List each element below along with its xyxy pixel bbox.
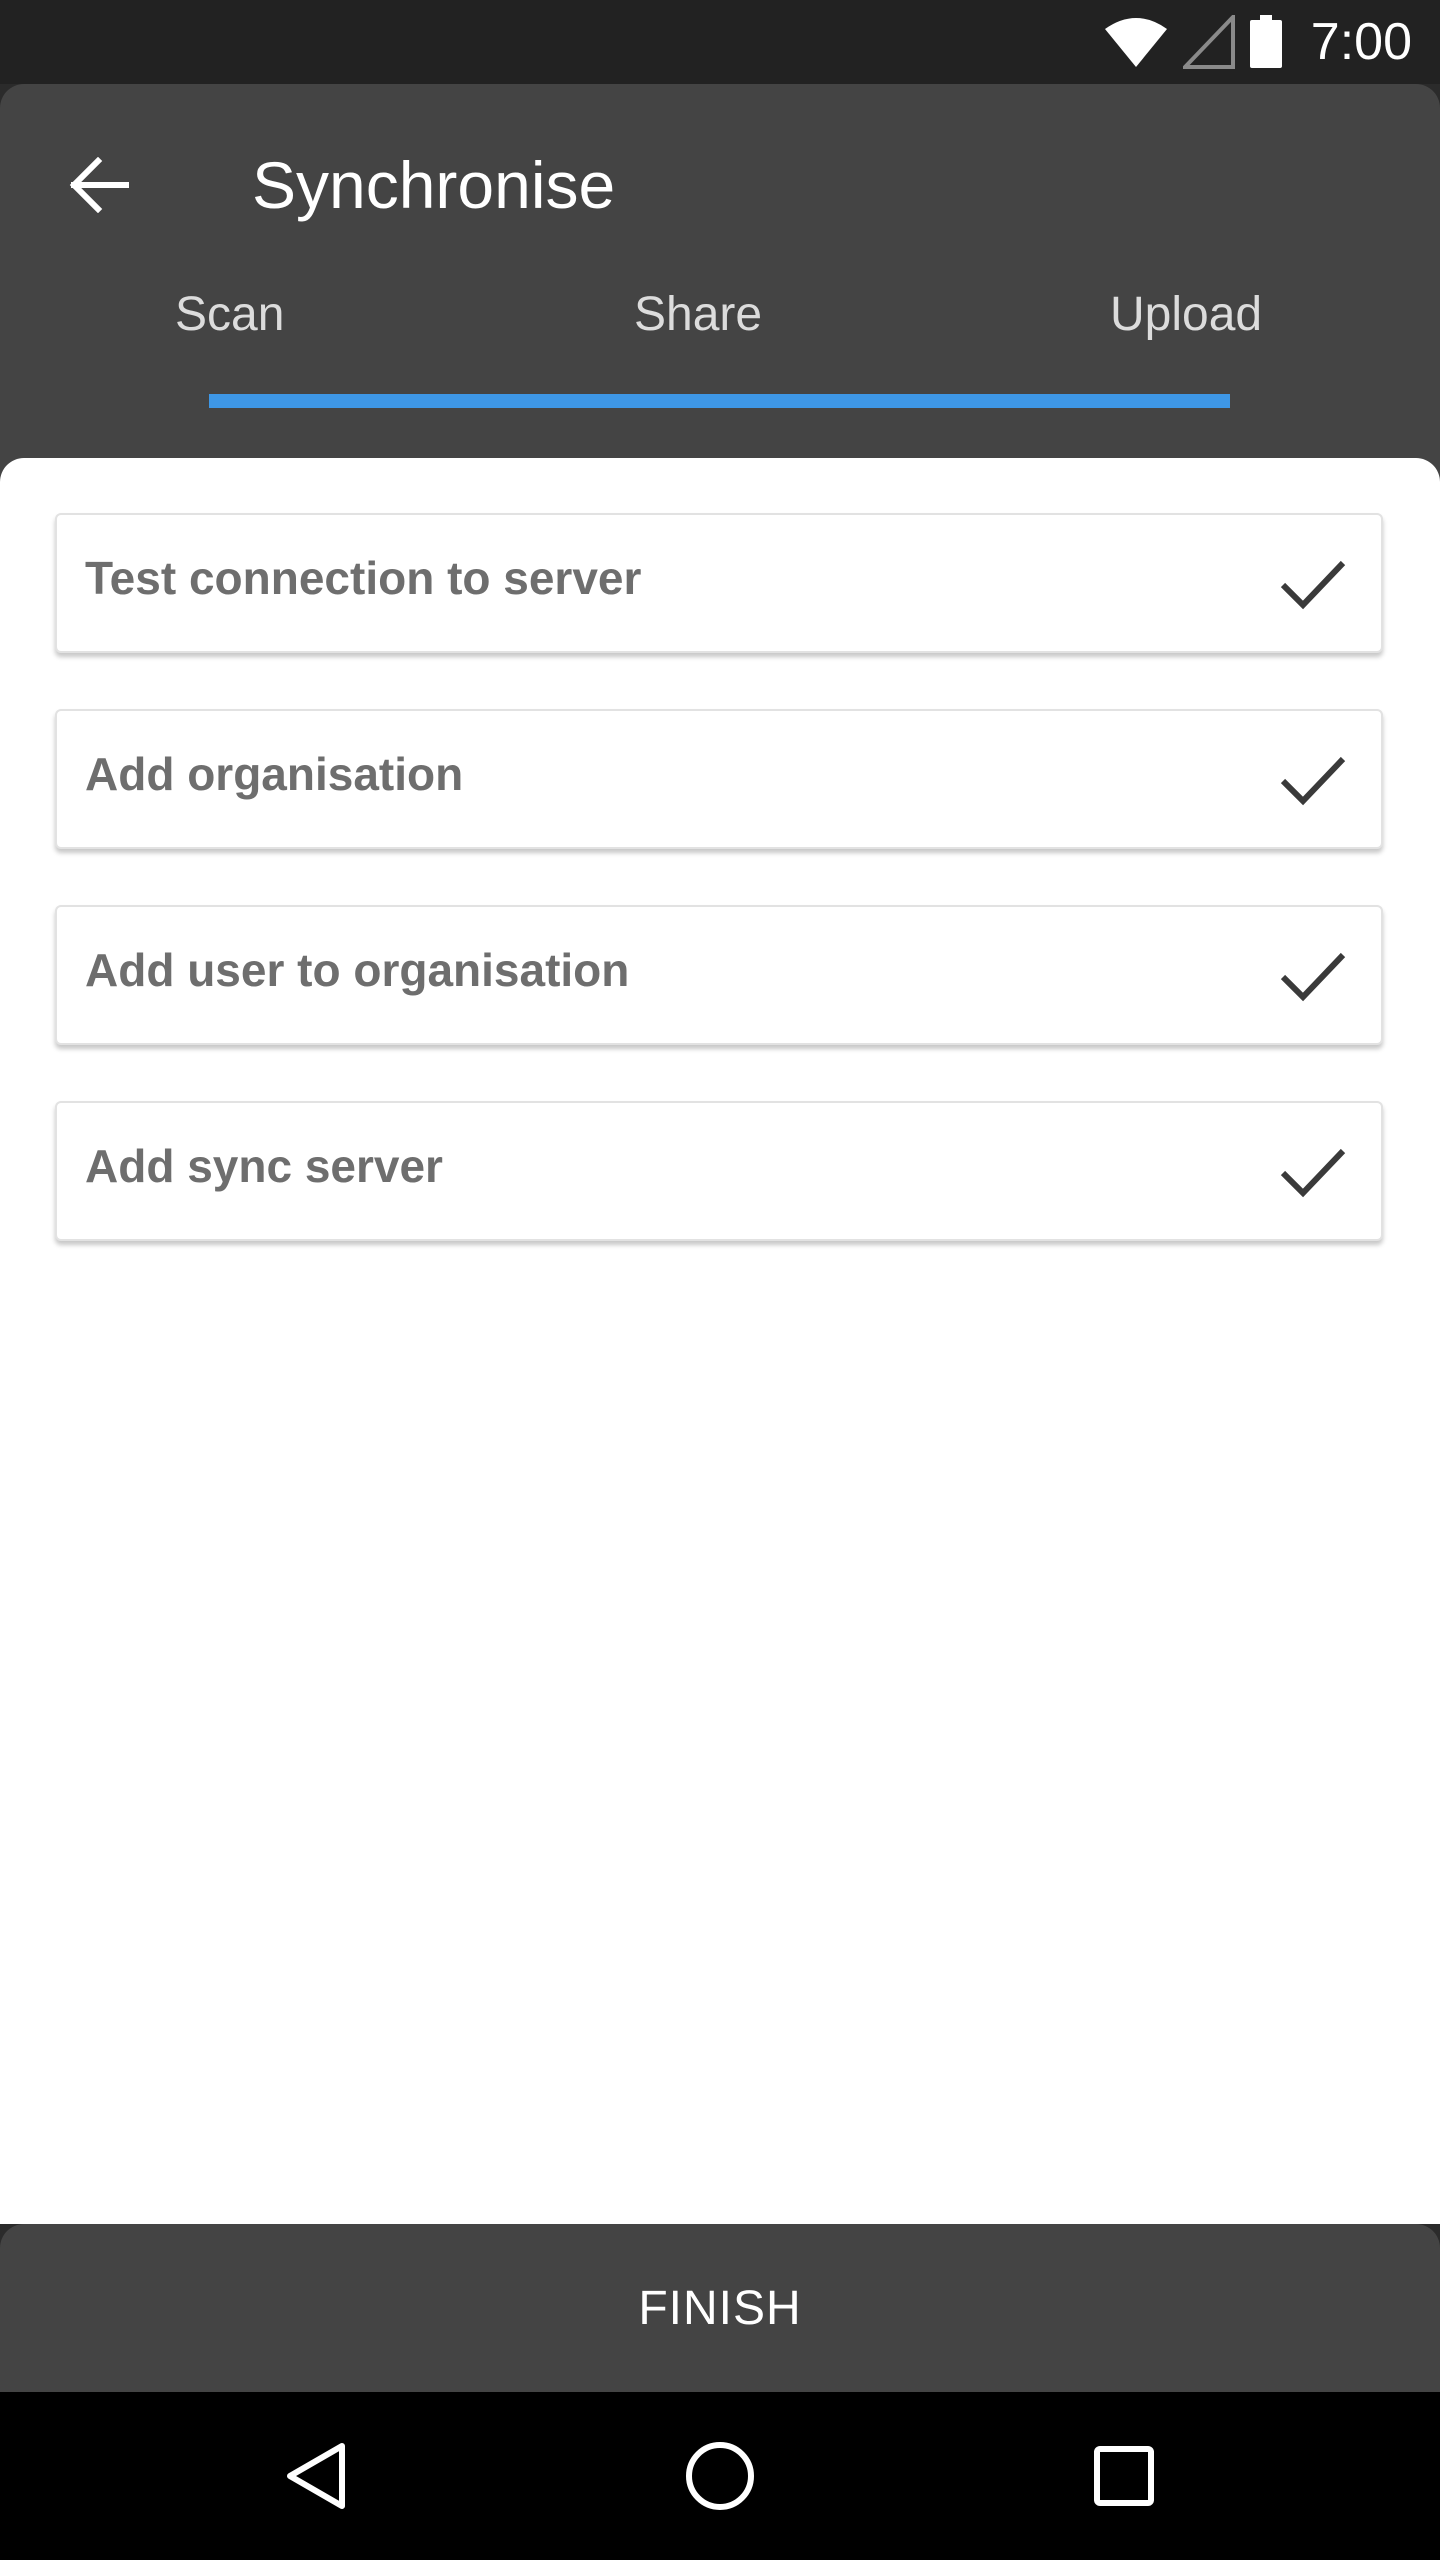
steps-panel: Test connection to server Add organisati… — [0, 458, 1440, 2224]
nav-recents-button[interactable] — [1074, 2426, 1174, 2526]
tab-indicator — [209, 394, 1230, 408]
back-triangle-icon — [287, 2443, 345, 2509]
home-circle-icon — [686, 2442, 754, 2510]
recents-square-icon — [1094, 2446, 1154, 2506]
nav-home-button[interactable] — [670, 2426, 770, 2526]
wifi-icon — [1104, 18, 1167, 67]
step-label: Add sync server — [85, 1140, 443, 1192]
step-add-organisation: Add organisation — [55, 709, 1383, 849]
finish-label: FINISH — [638, 2281, 802, 2335]
status-bar: 7:00 — [0, 0, 1440, 84]
check-icon — [1280, 952, 1346, 1002]
tab-share[interactable]: Share — [634, 270, 762, 360]
finish-button[interactable]: FINISH — [0, 2224, 1440, 2392]
cellular-signal-icon — [1182, 15, 1235, 69]
status-icons: 7:00 — [1103, 0, 1412, 84]
step-label: Add user to organisation — [85, 944, 630, 996]
step-label: Add organisation — [85, 748, 464, 800]
system-nav-bar — [0, 2392, 1440, 2560]
battery-icon — [1249, 15, 1282, 68]
synchronise-screen: 7:00 Synchronise Scan Share Upload Test … — [0, 0, 1440, 2560]
tab-upload[interactable]: Upload — [1110, 270, 1262, 360]
tab-bar: Scan Share Upload — [0, 270, 1440, 360]
nav-back-button[interactable] — [266, 2426, 366, 2526]
step-add-sync-server: Add sync server — [55, 1101, 1383, 1241]
step-test-connection: Test connection to server — [55, 513, 1383, 653]
page-title: Synchronise — [252, 148, 616, 222]
tab-scan[interactable]: Scan — [175, 270, 284, 360]
arrow-back-icon — [69, 157, 129, 213]
step-add-user: Add user to organisation — [55, 905, 1383, 1045]
check-icon — [1280, 560, 1346, 610]
back-button[interactable] — [54, 140, 144, 230]
check-icon — [1280, 756, 1346, 806]
status-time: 7:00 — [1310, 13, 1412, 71]
step-label: Test connection to server — [85, 552, 642, 604]
check-icon — [1280, 1148, 1346, 1198]
